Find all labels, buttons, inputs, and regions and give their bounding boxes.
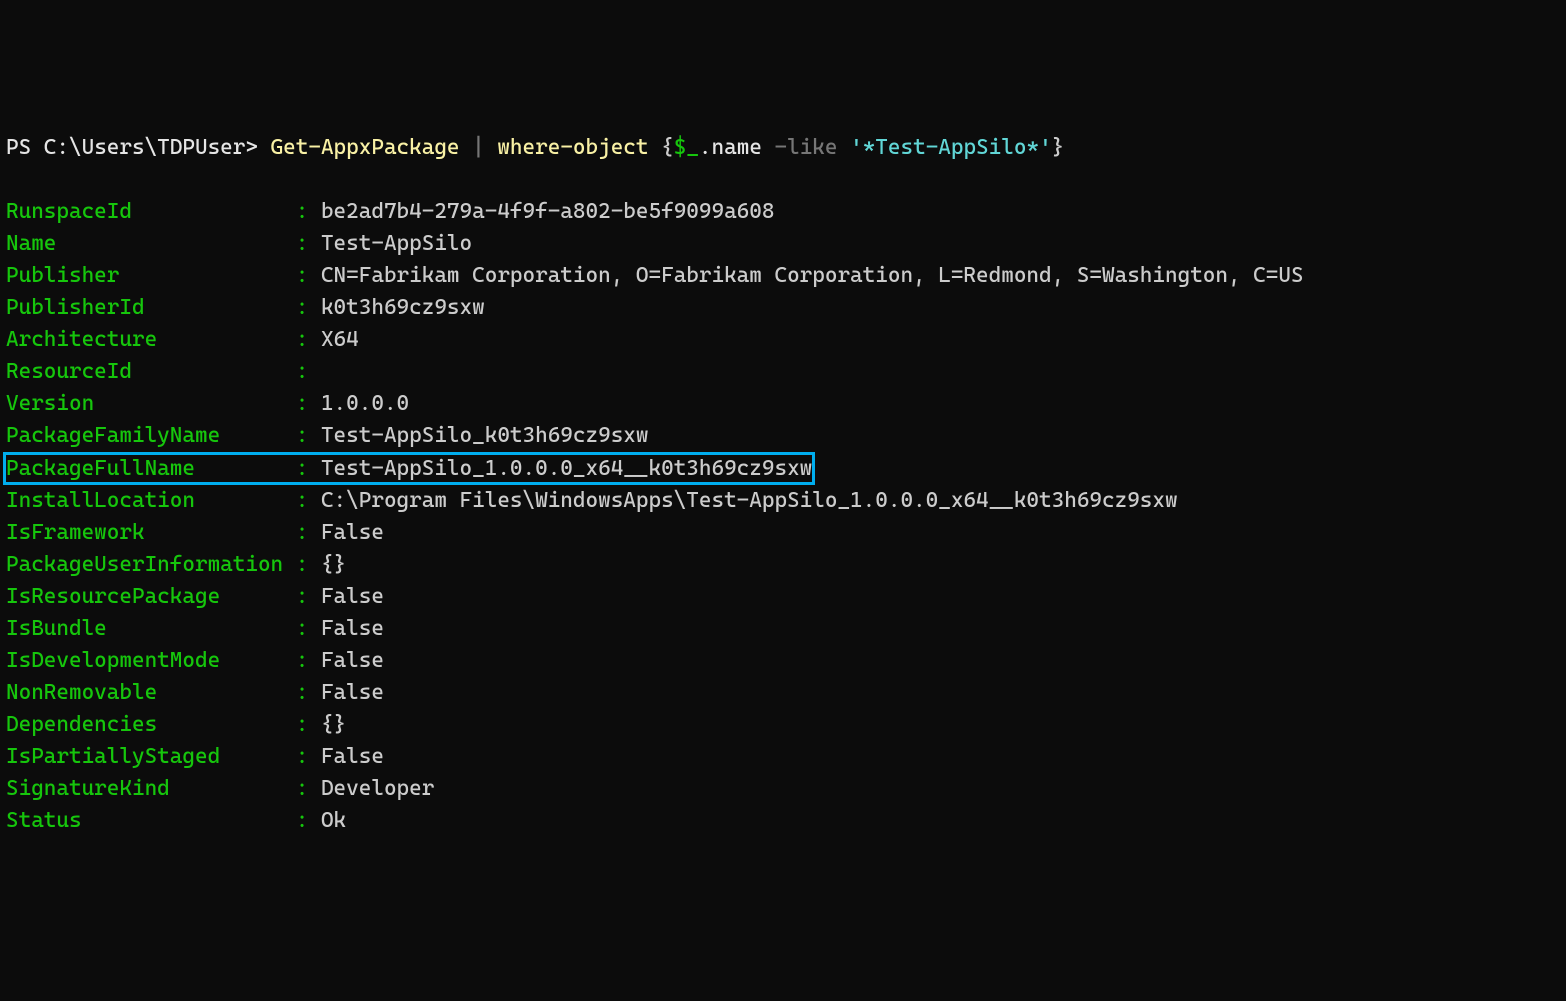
output-row-status: Status : Ok [6, 808, 346, 833]
output-row-runspaceid: RunspaceId : be2ad7b4-279a-4f9f-a802-be5… [6, 199, 774, 224]
output-row-signaturekind: SignatureKind : Developer [6, 776, 434, 801]
output-row-isframework: IsFramework : False [6, 520, 384, 545]
output-colon: : [283, 231, 321, 256]
output-colon: : [283, 712, 321, 737]
pipe-operator: | [460, 135, 498, 160]
output-key: InstallLocation [6, 488, 283, 513]
output-colon: : [283, 423, 321, 448]
output-colon: : [283, 552, 321, 577]
output-value: Test-AppSilo_k0t3h69cz9sxw [321, 423, 649, 448]
output-value: {} [321, 552, 346, 577]
output-colon: : [283, 776, 321, 801]
output-row-packagefamilyname: PackageFamilyName : Test-AppSilo_k0t3h69… [6, 423, 649, 448]
output-row-nonremovable: NonRemovable : False [6, 680, 384, 705]
output-row-isdevelopmentmode: IsDevelopmentMode : False [6, 648, 384, 673]
output-key: IsPartiallyStaged [6, 744, 283, 769]
output-key: PublisherId [6, 295, 283, 320]
output-value: False [321, 520, 384, 545]
output-key: IsResourcePackage [6, 584, 283, 609]
output-colon: : [283, 680, 321, 705]
output-row-name: Name : Test-AppSilo [6, 231, 472, 256]
output-key: NonRemovable [6, 680, 283, 705]
output-key: Name [6, 231, 283, 256]
output-value: False [321, 584, 384, 609]
output-colon: : [283, 488, 321, 513]
like-operator: -like [775, 135, 851, 160]
output-value: 1.0.0.0 [321, 391, 409, 416]
output-key: PackageUserInformation [6, 552, 283, 577]
output-row-dependencies: Dependencies : {} [6, 712, 346, 737]
output-value: False [321, 616, 384, 641]
output-row-resourceid: ResourceId : [6, 359, 321, 384]
output-value: False [321, 648, 384, 673]
output-colon: : [283, 391, 321, 416]
output-key: ResourceId [6, 359, 283, 384]
output-row-publisherid: PublisherId : k0t3h69cz9sxw [6, 295, 485, 320]
open-brace: { [661, 135, 674, 160]
cmdlet-where-object: where-object [497, 135, 661, 160]
output-key: IsFramework [6, 520, 283, 545]
output-value: Test-AppSilo_1.0.0.0_x64__k0t3h69cz9sxw [321, 456, 812, 481]
output-colon: : [283, 327, 321, 352]
output-key: RunspaceId [6, 199, 283, 224]
output-value: False [321, 680, 384, 705]
output-colon: : [283, 520, 321, 545]
output-row-packageuserinformation: PackageUserInformation : {} [6, 552, 346, 577]
output-colon: : [283, 199, 321, 224]
output-key: IsBundle [6, 616, 283, 641]
output-key: SignatureKind [6, 776, 283, 801]
output-row-installlocation: InstallLocation : C:\Program Files\Windo… [6, 488, 1178, 513]
output-row-architecture: Architecture : X64 [6, 327, 359, 352]
output-row-ispartiallystaged: IsPartiallyStaged : False [6, 744, 384, 769]
filter-string: '*Test-AppSilo*' [850, 135, 1052, 160]
output-colon: : [283, 744, 321, 769]
prompt-line: PS C:\Users\TDPUser> Get-AppxPackage | w… [6, 135, 1064, 160]
output-value: Ok [321, 808, 346, 833]
output-row-version: Version : 1.0.0.0 [6, 391, 409, 416]
output-value: C:\Program Files\WindowsApps\Test-AppSil… [321, 488, 1178, 513]
property-name: .name [699, 135, 775, 160]
output-row-isresourcepackage: IsResourcePackage : False [6, 584, 384, 609]
output-colon: : [283, 263, 321, 288]
output-row-isbundle: IsBundle : False [6, 616, 384, 641]
output-colon: : [283, 456, 321, 481]
output-value: k0t3h69cz9sxw [321, 295, 485, 320]
output-colon: : [283, 295, 321, 320]
terminal-output[interactable]: PS C:\Users\TDPUser> Get-AppxPackage | w… [6, 132, 1560, 837]
output-value: CN=Fabrikam Corporation, O=Fabrikam Corp… [321, 263, 1304, 288]
output-value: False [321, 744, 384, 769]
output-key: PackageFullName [6, 456, 283, 481]
output-key: Dependencies [6, 712, 283, 737]
output-row-publisher: Publisher : CN=Fabrikam Corporation, O=F… [6, 263, 1304, 288]
output-colon: : [283, 359, 321, 384]
output-value: X64 [321, 327, 359, 352]
prompt-gt: > [245, 135, 270, 160]
output-key: PackageFamilyName [6, 423, 283, 448]
output-row-packagefullname: PackageFullName : Test-AppSilo_1.0.0.0_x… [3, 452, 815, 485]
prompt-path: C:\Users\TDPUser [44, 135, 246, 160]
output-key: Version [6, 391, 283, 416]
cmdlet-get-appxpackage: Get-AppxPackage [271, 135, 460, 160]
output-value: {} [321, 712, 346, 737]
close-brace: } [1052, 135, 1065, 160]
output-colon: : [283, 808, 321, 833]
output-key: Publisher [6, 263, 283, 288]
prompt-ps: PS [6, 135, 44, 160]
pipeline-variable: $_ [674, 135, 699, 160]
output-key: Architecture [6, 327, 283, 352]
output-value: Developer [321, 776, 434, 801]
output-colon: : [283, 584, 321, 609]
output-value: Test-AppSilo [321, 231, 472, 256]
output-value: be2ad7b4-279a-4f9f-a802-be5f9099a608 [321, 199, 775, 224]
output-colon: : [283, 648, 321, 673]
output-key: Status [6, 808, 283, 833]
output-key: IsDevelopmentMode [6, 648, 283, 673]
output-colon: : [283, 616, 321, 641]
